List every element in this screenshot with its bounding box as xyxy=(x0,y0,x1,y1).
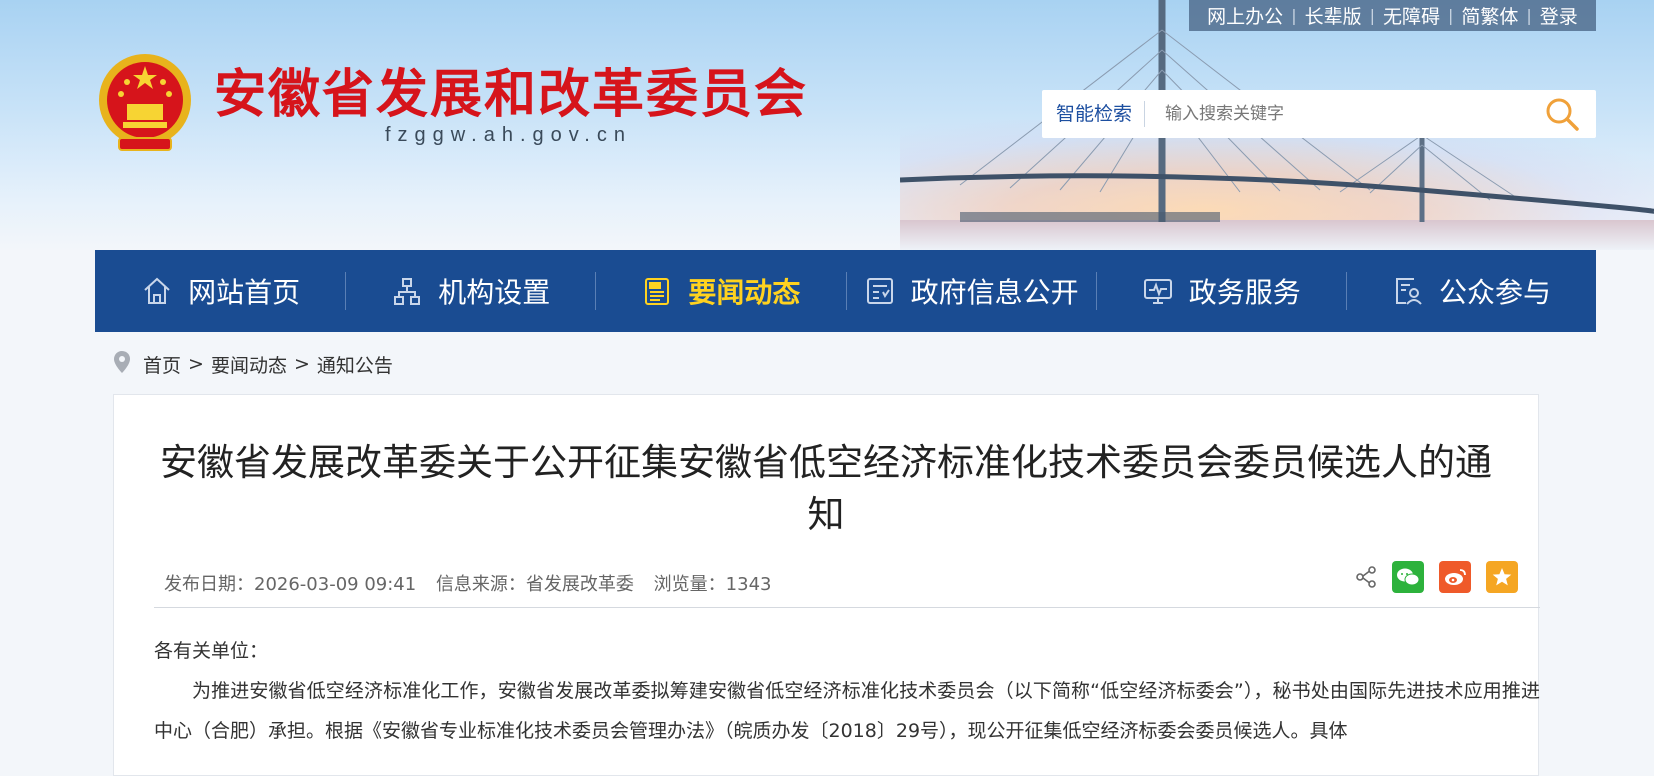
nav-label: 公众参与 xyxy=(1438,276,1551,309)
link-login[interactable]: 登录 xyxy=(1540,2,1578,29)
link-elder-version[interactable]: 长辈版 xyxy=(1305,2,1362,29)
nav-label: 网站首页 xyxy=(188,276,301,309)
header-banner: 安徽省发展和改革委员会 fzggw.ah.gov.cn 网上办公 | 长辈版 |… xyxy=(0,0,1654,250)
search-input[interactable] xyxy=(1163,103,1538,125)
monitor-service-icon xyxy=(1141,274,1175,308)
national-emblem-logo xyxy=(99,54,191,151)
article-panel: 安徽省发展改革委关于公开征集安徽省低空经济标准化技术委员会委员候选人的通知 发布… xyxy=(113,394,1540,776)
nav-item-news[interactable]: 要闻动态 xyxy=(595,250,845,332)
article-title: 安徽省发展改革委关于公开征集安徽省低空经济标准化技术委员会委员候选人的通知 xyxy=(160,441,1492,536)
nav-item-gov-services[interactable]: 政务服务 xyxy=(1095,250,1346,332)
favorite-star-icon xyxy=(1492,568,1512,586)
meta-divider xyxy=(154,607,1540,608)
location-pin-icon xyxy=(113,350,131,379)
site-domain: fzggw.ah.gov.cn xyxy=(385,124,632,146)
separator: | xyxy=(1526,6,1532,25)
view-count: 浏览量：1343 xyxy=(653,574,772,595)
article-meta: 发布日期：2026-03-09 09:41 信息来源：省发展改革委 浏览量：13… xyxy=(164,570,785,596)
article-paragraph: 为推进安徽省低空经济标准化工作，安徽省发展改革委拟筹建安徽省低空经济标准化技术委… xyxy=(154,680,1540,742)
main-nav: 网站首页 机构设置 要闻动态 政府信息公开 政务服务 公众参与 xyxy=(95,250,1596,332)
search-box: 智能检索 xyxy=(1042,90,1596,138)
nav-label: 机构设置 xyxy=(438,276,551,309)
home-icon xyxy=(140,274,174,308)
separator: | xyxy=(1369,6,1375,25)
nav-item-home[interactable]: 网站首页 xyxy=(95,250,345,332)
search-button[interactable] xyxy=(1538,90,1586,138)
link-accessibility[interactable]: 无障碍 xyxy=(1383,2,1440,29)
info-disclosure-icon xyxy=(863,274,897,308)
search-icon xyxy=(1546,98,1579,131)
info-source: 信息来源：省发展改革委 xyxy=(435,574,634,595)
favorite-button[interactable] xyxy=(1486,561,1518,593)
nav-item-organization[interactable]: 机构设置 xyxy=(345,250,595,332)
share-icon[interactable] xyxy=(1355,566,1377,588)
link-online-office[interactable]: 网上办公 xyxy=(1207,2,1283,29)
breadcrumb-separator: > xyxy=(188,353,204,375)
weibo-icon xyxy=(1445,569,1466,585)
search-label: 智能检索 xyxy=(1042,101,1146,127)
wechat-share-button[interactable] xyxy=(1392,561,1424,593)
link-simplified-traditional[interactable]: 简繁体 xyxy=(1461,2,1518,29)
breadcrumb-notices[interactable]: 通知公告 xyxy=(317,351,393,378)
site-name: 安徽省发展和改革委员会 xyxy=(214,65,809,125)
top-links-bar: 网上办公 | 长辈版 | 无障碍 | 简繁体 | 登录 xyxy=(1189,0,1596,31)
article-body: 各有关单位： 为推进安徽省低空经济标准化工作，安徽省发展改革委拟筹建安徽省低空经… xyxy=(154,631,1540,751)
weibo-share-button[interactable] xyxy=(1439,561,1471,593)
separator: | xyxy=(1448,6,1454,25)
breadcrumb-separator: > xyxy=(293,353,310,375)
nav-item-info-disclosure[interactable]: 政府信息公开 xyxy=(845,250,1096,332)
nav-label: 要闻动态 xyxy=(688,276,801,309)
nav-item-public-participation[interactable]: 公众参与 xyxy=(1345,250,1596,332)
public-participation-icon xyxy=(1391,274,1425,308)
breadcrumb-home[interactable]: 首页 xyxy=(143,351,181,378)
breadcrumb-news[interactable]: 要闻动态 xyxy=(211,351,287,378)
article-greeting: 各有关单位： xyxy=(154,640,269,662)
nav-label: 政务服务 xyxy=(1188,276,1301,309)
separator: | xyxy=(1291,6,1297,25)
news-icon xyxy=(640,274,674,308)
breadcrumb: 首页 > 要闻动态 > 通知公告 xyxy=(113,346,393,382)
wechat-icon xyxy=(1397,568,1420,586)
org-chart-icon xyxy=(390,274,424,308)
nav-label: 政府信息公开 xyxy=(910,276,1079,309)
publish-date: 发布日期：2026-03-09 09:41 xyxy=(164,574,417,595)
share-bar xyxy=(1355,561,1518,593)
